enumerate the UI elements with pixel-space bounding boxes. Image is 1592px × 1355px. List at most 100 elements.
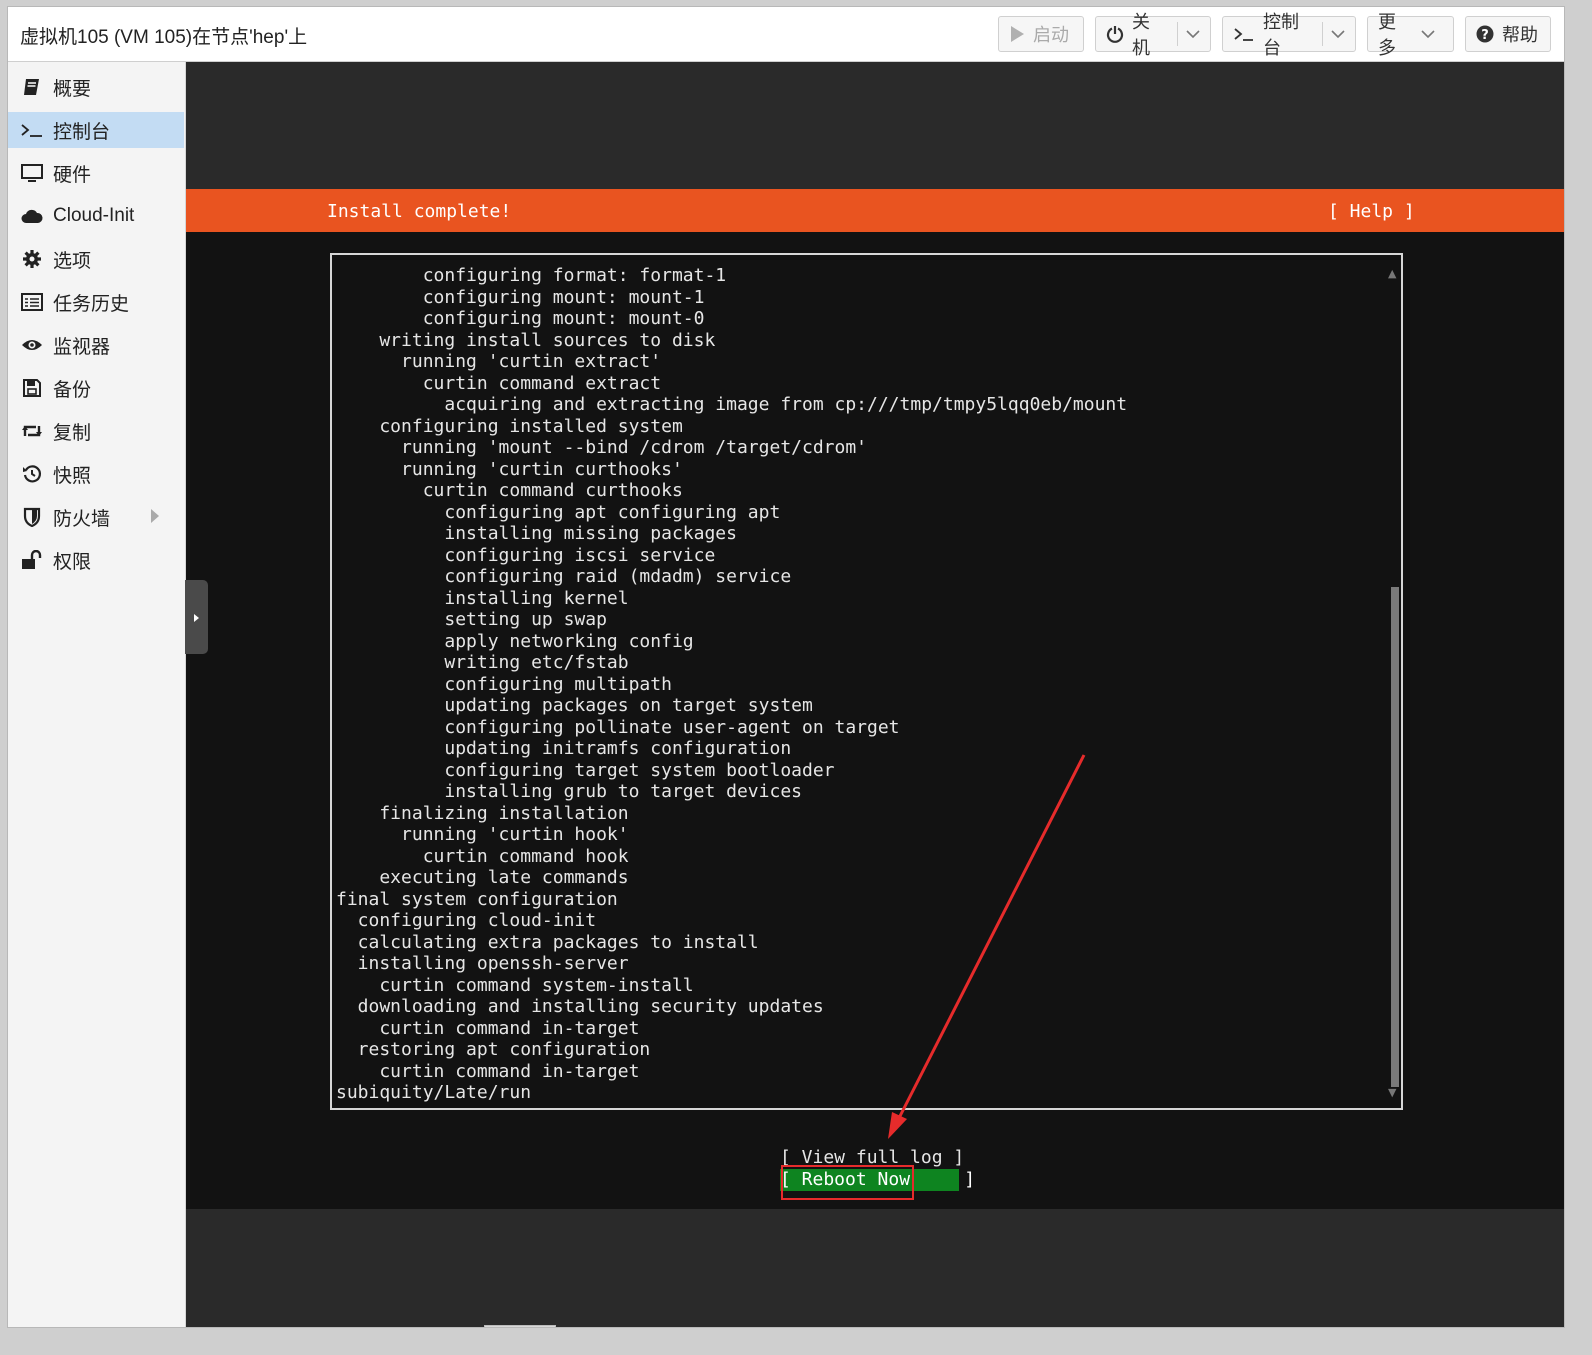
log-line: curtin command extract xyxy=(422,372,662,394)
power-icon xyxy=(1106,25,1124,43)
sidebar-item-replication[interactable]: 复制 xyxy=(8,413,184,449)
sidebar-item-label: 快照 xyxy=(53,465,92,487)
sidebar-item-label: 权限 xyxy=(53,551,92,573)
sidebar-item-label: 任务历史 xyxy=(53,293,130,315)
log-line: installing openssh-server xyxy=(357,953,629,974)
scroll-down-icon[interactable]: ▼ xyxy=(1388,1086,1396,1099)
log-line: running 'mount --bind /cdrom /target/cdr… xyxy=(401,437,868,458)
sidebar-item-permissions[interactable]: 权限 xyxy=(8,542,184,578)
bottom-panel-handle[interactable] xyxy=(484,1325,556,1327)
log-line: curtin command curthooks xyxy=(422,480,683,501)
log-line: calculating extra packages to install xyxy=(357,931,759,953)
sidebar-item-label: Cloud-Init xyxy=(53,205,135,226)
question-circle-icon: ? xyxy=(1476,25,1494,43)
monitor-icon xyxy=(20,163,44,183)
list-icon xyxy=(20,293,44,311)
log-line: installing kernel xyxy=(444,587,629,609)
annotation-highlight-box xyxy=(781,1165,914,1200)
chevron-down-icon xyxy=(1421,29,1435,39)
console-button-label: 控制台 xyxy=(1263,12,1299,58)
history-icon xyxy=(20,464,44,484)
sidebar-item-label: 复制 xyxy=(53,422,92,444)
more-button[interactable]: 更多 xyxy=(1367,12,1454,58)
log-line: curtin command hook xyxy=(422,845,629,867)
book-icon xyxy=(20,77,44,97)
page-title: 虚拟机105 (VM 105)在节点'hep'上 xyxy=(20,27,308,48)
sidebar-item-firewall[interactable]: 防火墙 xyxy=(8,499,184,535)
sidebar-item-cloud-init[interactable]: Cloud-Init xyxy=(8,198,184,234)
install-log: configuring format: format-1 configuring… xyxy=(336,265,1127,1104)
retweet-icon xyxy=(20,422,44,440)
chevron-down-icon[interactable] xyxy=(1177,22,1200,46)
start-button[interactable]: 启动 xyxy=(998,16,1084,52)
more-button-label: 更多 xyxy=(1378,12,1396,58)
header-bar: 虚拟机105 (VM 105)在节点'hep'上 启动 关机 控制台 更多 ? … xyxy=(8,7,1564,62)
log-line: updating initramfs configuration xyxy=(444,738,792,759)
sidebar-item-snapshots[interactable]: 快照 xyxy=(8,456,184,492)
sidebar-item-label: 防火墙 xyxy=(53,508,111,530)
sidebar-item-task-history[interactable]: 任务历史 xyxy=(8,284,184,320)
log-line: finalizing installation xyxy=(379,802,629,824)
floppy-icon xyxy=(20,378,44,398)
help-button[interactable]: ? 帮助 xyxy=(1465,16,1551,52)
log-scrollbar[interactable] xyxy=(1391,587,1399,1087)
log-line: running 'curtin curthooks' xyxy=(401,458,683,480)
log-line: curtin command in-target xyxy=(379,1060,640,1082)
unlock-icon xyxy=(20,550,44,570)
log-line: curtin command system-install xyxy=(379,974,694,996)
log-line: acquiring and extracting image from cp:/… xyxy=(444,394,1128,415)
log-line: subiquity/Late/run xyxy=(336,1082,532,1103)
sidebar-item-label: 控制台 xyxy=(53,121,111,143)
log-line: configuring multipath xyxy=(444,673,672,695)
sidebar: 概要 控制台 硬件 Cloud-Init 选项 任务历史 监视器 备份 复制 快… xyxy=(8,62,186,1327)
installer-title: Install complete! xyxy=(327,201,512,222)
installer-help-button[interactable]: [ Help ] xyxy=(1328,201,1415,222)
log-line: configuring mount: mount-1 xyxy=(422,286,705,308)
sidebar-item-backup[interactable]: 备份 xyxy=(8,370,184,406)
log-line: restoring apt configuration xyxy=(357,1039,651,1060)
help-button-label: 帮助 xyxy=(1502,25,1538,45)
sidebar-item-console[interactable]: 控制台 xyxy=(8,112,184,148)
log-line: setting up swap xyxy=(444,609,607,630)
shutdown-button[interactable]: 关机 xyxy=(1095,12,1211,58)
svg-text:?: ? xyxy=(1481,28,1489,43)
sidebar-item-hardware[interactable]: 硬件 xyxy=(8,155,184,191)
sidebar-item-options[interactable]: 选项 xyxy=(8,241,184,277)
sidebar-item-label: 概要 xyxy=(53,78,92,100)
log-line: running 'curtin hook' xyxy=(401,824,629,845)
cloud-icon xyxy=(20,208,44,224)
log-line: executing late commands xyxy=(379,867,629,888)
log-line: installing missing packages xyxy=(444,523,737,544)
log-line: configuring mount: mount-0 xyxy=(422,308,705,329)
log-line: curtin command in-target xyxy=(379,1017,640,1039)
log-line: apply networking config xyxy=(444,630,694,652)
shield-icon xyxy=(20,507,44,527)
vm-window: 虚拟机105 (VM 105)在节点'hep'上 启动 关机 控制台 更多 ? … xyxy=(7,6,1565,1328)
caret-right-icon xyxy=(193,608,200,627)
sidebar-item-monitor[interactable]: 监视器 xyxy=(8,327,184,363)
shutdown-button-label: 关机 xyxy=(1132,12,1150,58)
log-line: configuring target system bootloader xyxy=(444,759,835,781)
log-line: writing install sources to disk xyxy=(379,329,716,351)
start-button-label: 启动 xyxy=(1033,25,1069,45)
gear-icon xyxy=(20,249,44,269)
terminal-icon xyxy=(1233,26,1255,42)
terminal-icon xyxy=(20,122,44,138)
log-line: configuring apt configuring apt xyxy=(444,501,781,523)
log-line: configuring iscsi service xyxy=(444,544,716,566)
sidebar-item-label: 监视器 xyxy=(53,336,111,358)
log-line: configuring raid (mdadm) service xyxy=(444,566,792,587)
sidebar-item-label: 选项 xyxy=(53,250,92,272)
sidebar-item-summary[interactable]: 概要 xyxy=(8,69,184,105)
log-line: updating packages on target system xyxy=(444,695,813,716)
eye-icon xyxy=(20,337,44,353)
console-button[interactable]: 控制台 xyxy=(1222,12,1356,58)
scroll-up-icon[interactable]: ▲ xyxy=(1388,267,1396,280)
installer-screen: configuring format: format-1 configuring… xyxy=(186,232,1564,1209)
chevron-down-icon[interactable] xyxy=(1322,22,1345,46)
caret-right-icon[interactable] xyxy=(150,508,160,530)
log-line: downloading and installing security upda… xyxy=(357,996,824,1017)
log-line: configuring format: format-1 xyxy=(422,265,727,286)
sidebar-item-label: 硬件 xyxy=(53,164,92,186)
sidebar-expander[interactable] xyxy=(185,580,208,654)
